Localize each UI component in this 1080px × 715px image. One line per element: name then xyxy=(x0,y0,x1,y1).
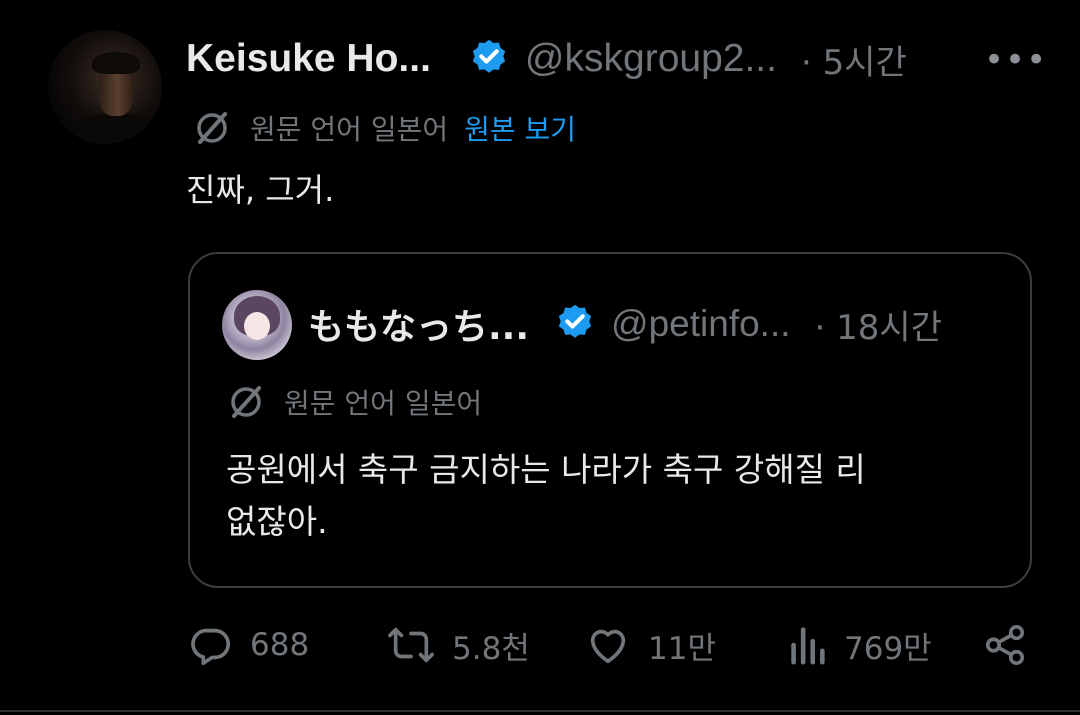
quoted-author-handle[interactable]: @petinfo... xyxy=(611,303,791,345)
verified-badge-icon xyxy=(472,39,506,73)
translation-note: 원문 언어 일본어 xyxy=(250,113,449,146)
quoted-text: 공원에서 축구 금지하는 나라가 축구 강해질 리 없잖아. xyxy=(226,444,1016,548)
verified-badge-icon xyxy=(558,304,592,338)
translate-icon xyxy=(231,386,261,418)
tweet-header: Keisuke Ho... @kskgroup2... · 5시간 xyxy=(186,30,907,88)
author-name[interactable]: Keisuke Ho... xyxy=(186,37,431,81)
quoted-translation-note: 원문 언어 일본어 xyxy=(284,387,483,420)
views-icon xyxy=(791,627,825,665)
like-button[interactable]: 11만 xyxy=(584,622,716,668)
quoted-author-avatar[interactable] xyxy=(222,290,292,360)
more-options-icon[interactable]: ••• xyxy=(984,40,1047,80)
translation-row: 원문 언어 일본어 원본 보기 xyxy=(192,108,576,148)
quoted-text-line: 공원에서 축구 금지하는 나라가 축구 강해질 리 xyxy=(226,450,866,489)
views-button[interactable]: 769만 xyxy=(786,622,932,668)
like-count: 11만 xyxy=(648,630,716,667)
reply-button[interactable]: 688 xyxy=(188,622,309,668)
quoted-tweet[interactable]: ももなっち... @petinfo... · 18시간 원문 언어 일본어 공원… xyxy=(188,252,1032,588)
reply-count: 688 xyxy=(250,627,310,663)
quoted-time[interactable]: · 18시간 xyxy=(815,300,942,349)
share-icon xyxy=(985,624,1025,666)
author-handle[interactable]: @kskgroup2... xyxy=(525,37,777,81)
view-count: 769만 xyxy=(844,630,932,667)
reply-icon xyxy=(191,628,231,666)
quoted-author-name[interactable]: ももなっち... xyxy=(308,298,529,350)
quoted-header: ももなっち... @petinfo... · 18시간 xyxy=(308,294,942,354)
repost-icon xyxy=(388,627,434,663)
quoted-text-line: 없잖아. xyxy=(226,502,328,541)
quoted-translation-row: 원문 언어 일본어 xyxy=(226,382,482,422)
repost-button[interactable]: 5.8천 xyxy=(386,622,530,668)
repost-count: 5.8천 xyxy=(452,630,530,667)
tweet-time[interactable]: · 5시간 xyxy=(801,35,907,84)
share-button[interactable] xyxy=(982,622,1044,668)
divider xyxy=(0,710,1080,712)
heart-icon xyxy=(590,629,626,664)
action-bar: 688 5.8천 11만 769만 xyxy=(0,620,1080,680)
tweet-text: 진짜, 그거. xyxy=(186,171,335,209)
author-avatar[interactable] xyxy=(48,30,162,144)
translate-icon xyxy=(197,112,227,144)
show-original-link[interactable]: 원본 보기 xyxy=(464,108,576,148)
